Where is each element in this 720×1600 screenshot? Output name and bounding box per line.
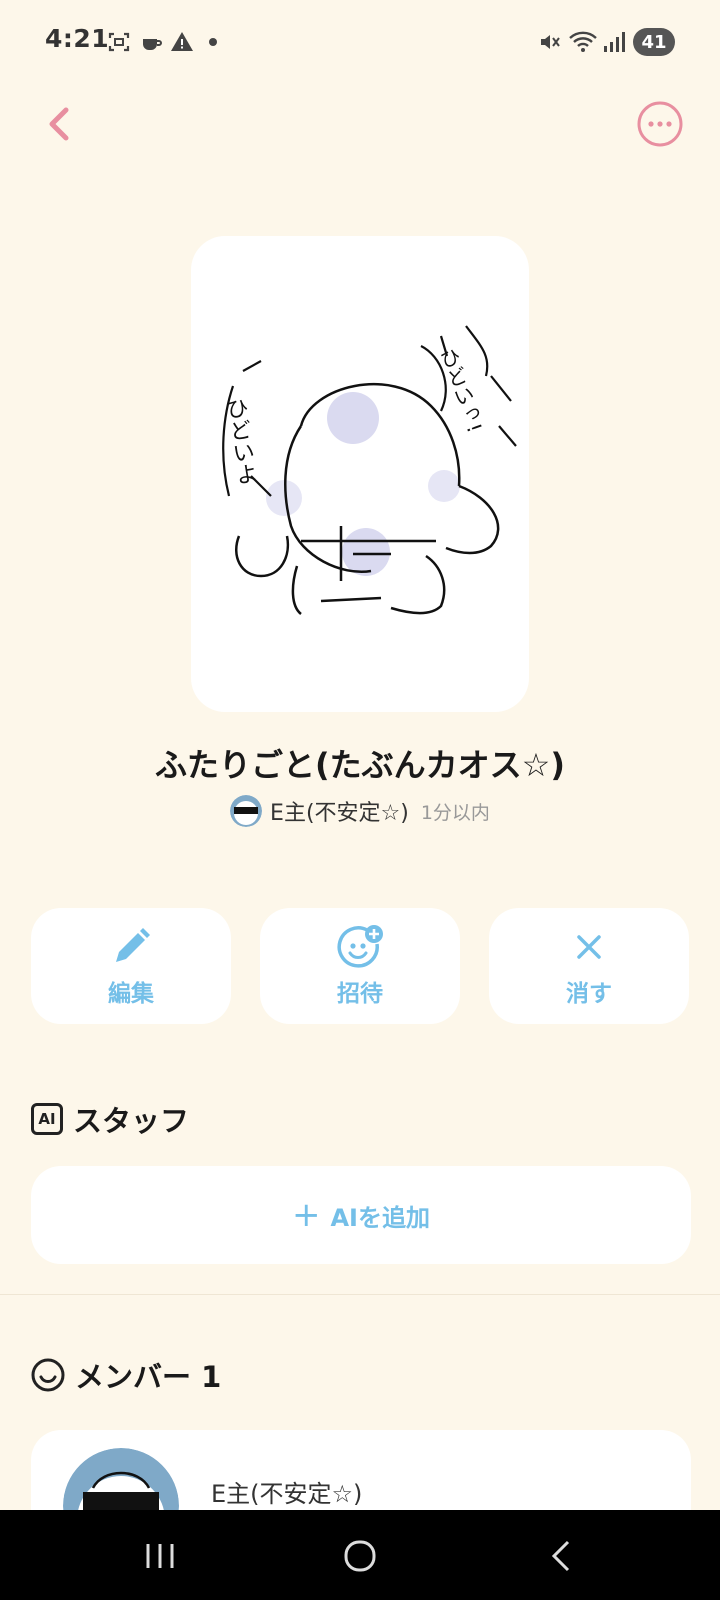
status-time: 4:21 [45,24,110,53]
owner-avatar [230,795,263,827]
member-name: E主(不安定☆) [211,1480,363,1508]
battery-badge: 41 [633,28,675,56]
cover-illustration: ひどいよ ひどいっ! [221,325,517,615]
close-icon [577,935,601,959]
more-button[interactable] [636,100,684,148]
cover-text-left: ひどいよ [221,396,258,487]
home-button[interactable] [340,1538,380,1574]
room-title: ふたりごと(たぶんカオス☆) [155,746,565,784]
add-ai-label: AIを追加 [330,1203,430,1232]
owner-row[interactable]: E主(不安定☆) 1分以内 [0,795,720,827]
delete-label: 消す [566,981,612,1007]
warning-icon [171,32,193,51]
room-cover-image[interactable]: ひどいよ ひどいっ! [191,236,529,712]
staff-section-title: AI スタッフ [31,1098,189,1140]
pencil-icon [116,928,150,962]
members-title: メンバー 1 [75,1360,222,1394]
invite-label: 招待 [337,981,383,1007]
updated-time: 1分以内 [420,801,490,824]
chevron-left-icon [49,107,69,141]
edit-label: 編集 [108,981,154,1007]
more-horizontal-icon [637,101,683,147]
system-back-button[interactable] [542,1538,582,1574]
cup-icon [143,39,162,50]
screenshot-icon [108,32,130,52]
mute-icon [541,35,560,49]
owner-name: E主(不安定☆) [270,801,409,826]
delete-button[interactable]: 消す [489,908,689,1024]
recent-apps-button[interactable] [140,1538,180,1574]
system-nav-bar [0,1510,720,1600]
divider [0,1294,720,1295]
edit-button[interactable]: 編集 [31,908,231,1024]
wifi-icon [569,31,597,52]
status-bar: 4:21 41 [0,0,720,86]
plus-icon: + [291,1195,321,1235]
members-section-title: メンバー 1 [31,1354,221,1396]
staff-title: スタッフ [73,1104,190,1138]
add-ai-button[interactable]: + AIを追加 [31,1166,691,1264]
smile-icon [31,1358,65,1392]
back-button[interactable] [40,100,80,148]
dot-icon [209,38,217,46]
cover-text-right: ひどいっ! [434,345,487,436]
smile-plus-icon [337,925,383,968]
invite-button[interactable]: 招待 [260,908,460,1024]
ai-badge-icon: AI [31,1103,63,1135]
signal-icon [604,32,625,52]
